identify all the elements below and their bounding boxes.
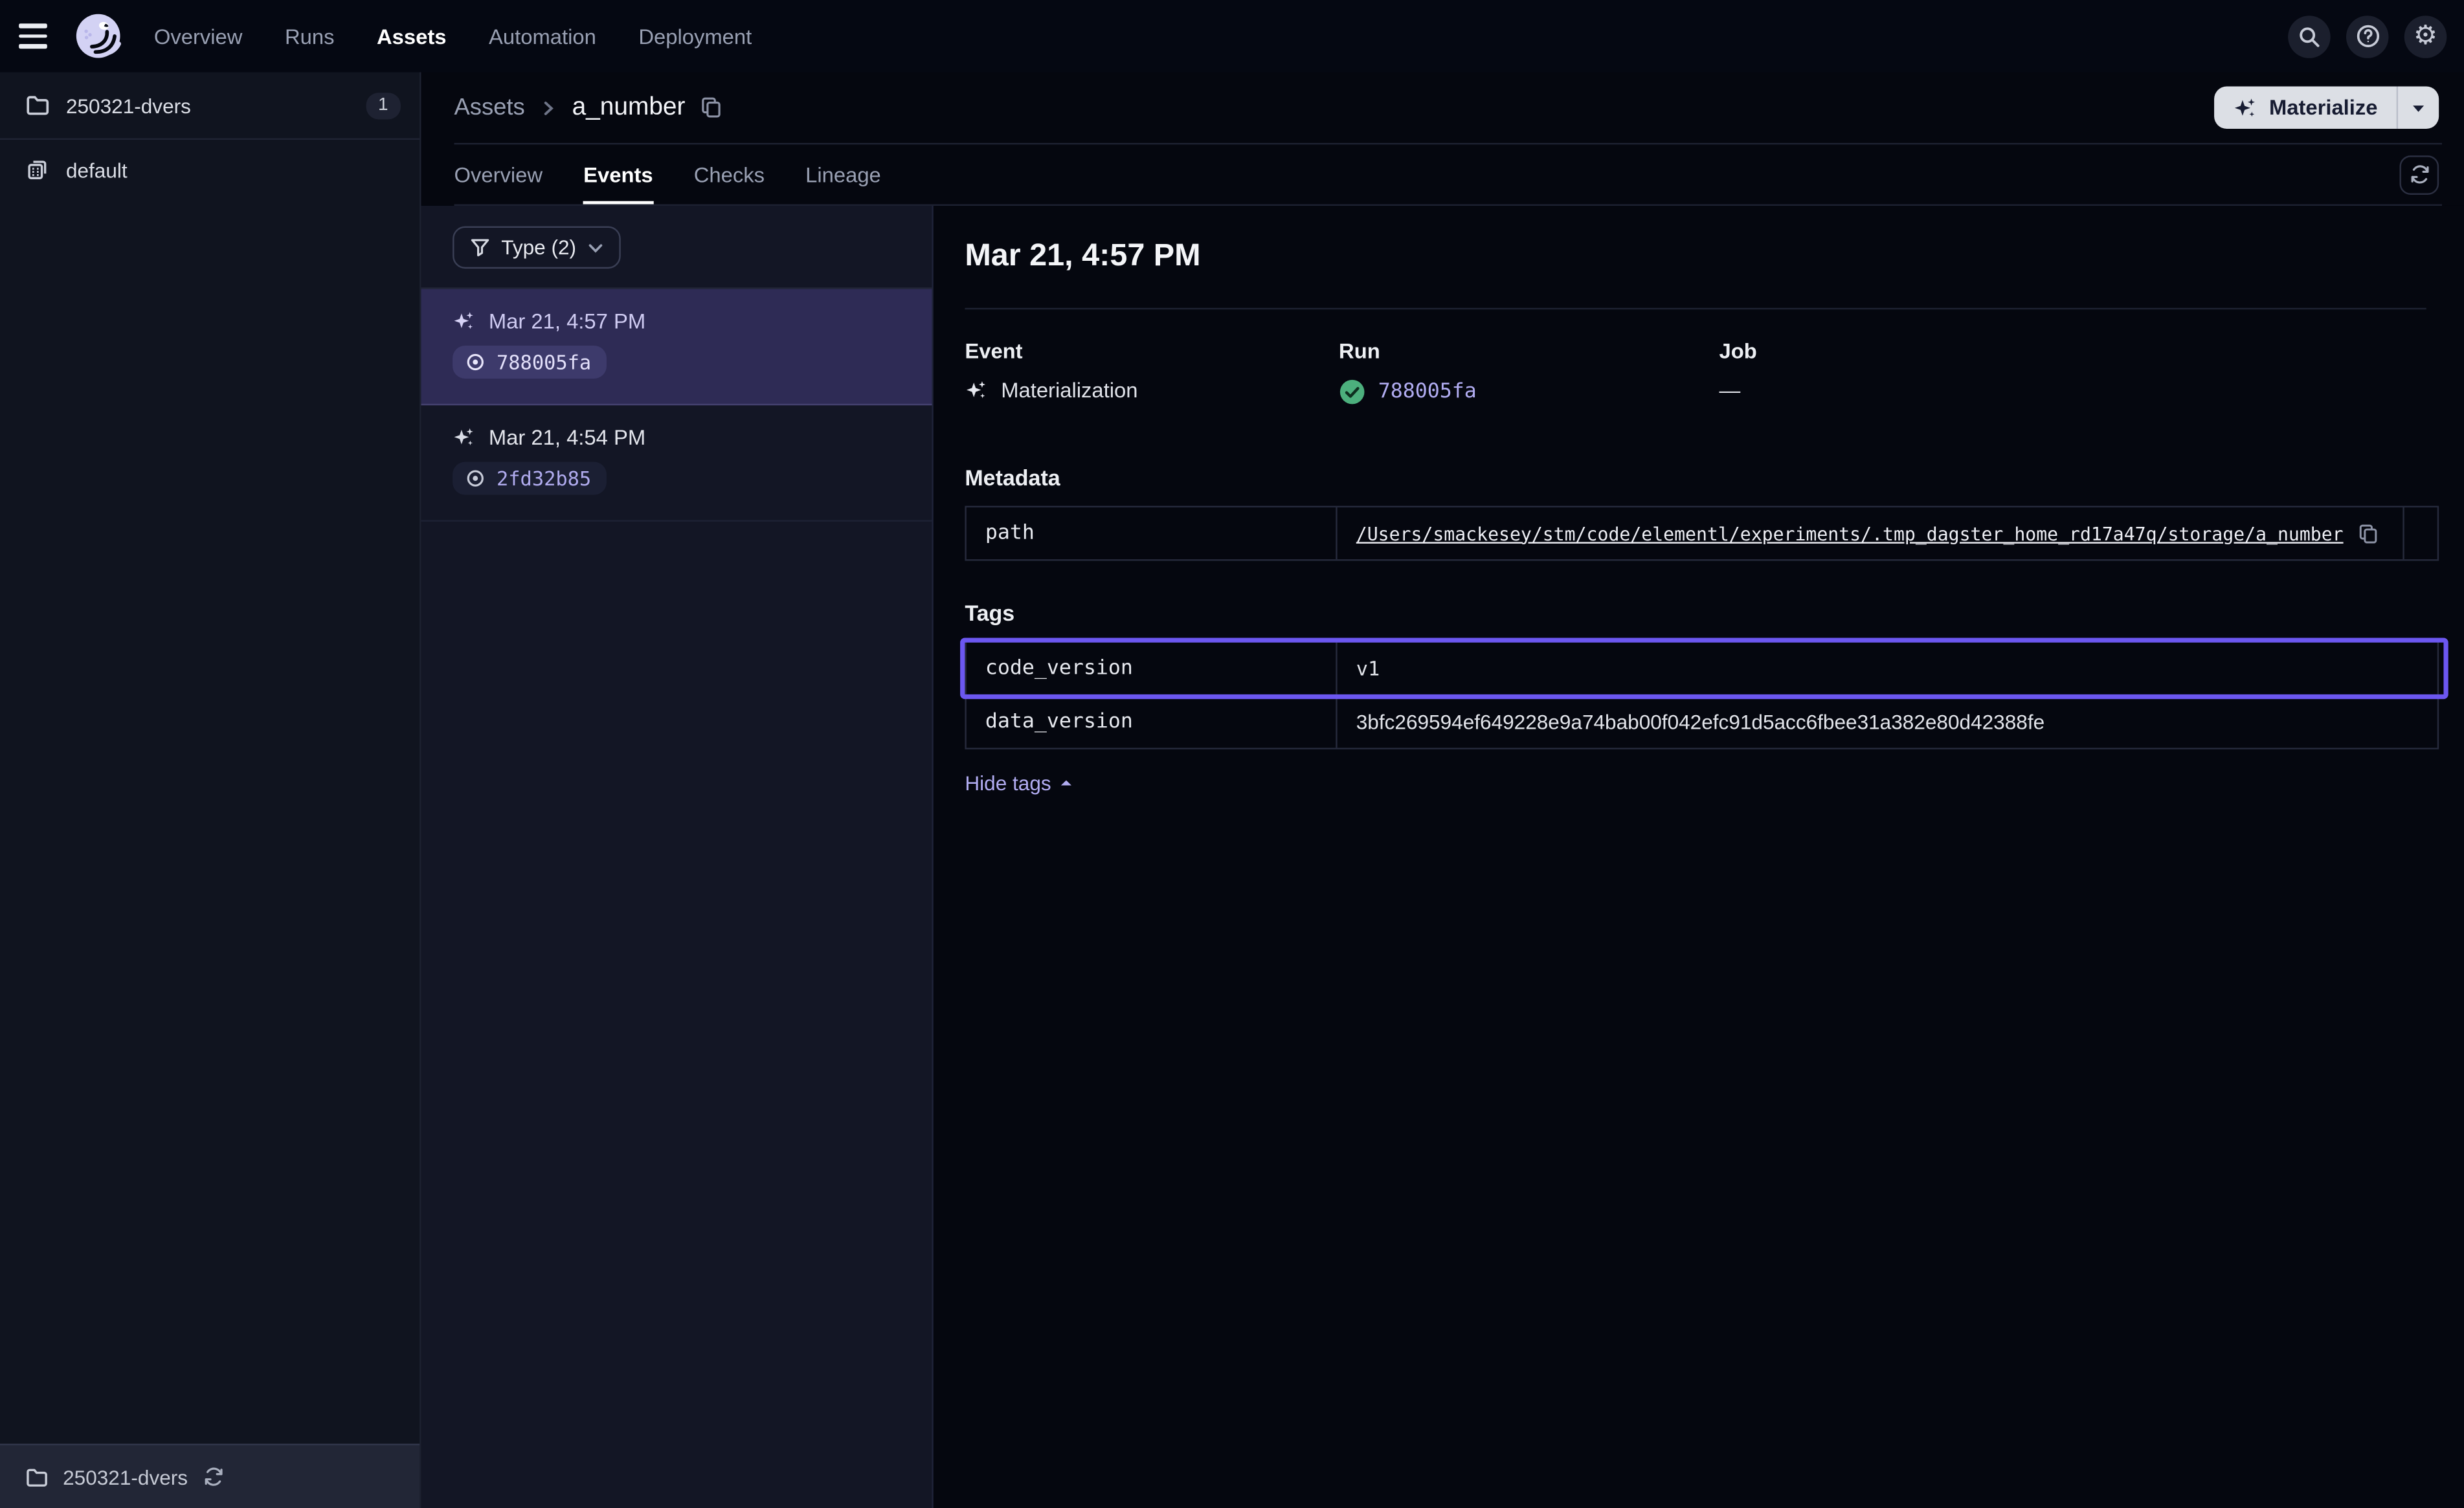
- refresh-button[interactable]: [2399, 155, 2439, 194]
- breadcrumb-assets-link[interactable]: Assets: [454, 94, 524, 121]
- folder-icon: [25, 93, 50, 118]
- type-filter-label: Type (2): [501, 236, 576, 259]
- asset-group-icon: [25, 157, 50, 183]
- filter-funnel-icon: [470, 238, 491, 258]
- run-id: 2fd32b85: [497, 467, 591, 490]
- event-list-item[interactable]: Mar 21, 4:57 PM 788005fa: [421, 289, 932, 406]
- divider: [965, 308, 2426, 309]
- materialization-sparkle-icon: [965, 379, 988, 402]
- top-nav: Overview Runs Assets Automation Deployme…: [0, 0, 2464, 72]
- event-detail-title: Mar 21, 4:57 PM: [965, 239, 2426, 275]
- breadcrumb: Assets a_number: [421, 72, 2464, 143]
- event-list-panel: Type (2): [421, 206, 934, 1508]
- type-filter-button[interactable]: Type (2): [453, 227, 620, 269]
- metadata-table: path /Users/smackesey/stm/code/elementl/…: [965, 506, 2439, 561]
- table-row-data-version: data_version 3bfc269594ef649228e9a74bab0…: [967, 694, 2437, 748]
- job-value: —: [1719, 379, 1740, 402]
- hamburger-menu-icon[interactable]: [19, 17, 56, 55]
- folder-icon: [25, 1465, 49, 1488]
- asset-tabs: Overview Events Checks Lineage: [421, 144, 2464, 204]
- run-id-pill[interactable]: 788005fa: [453, 346, 607, 379]
- sidebar-repo-label: 250321-dvers: [66, 93, 191, 116]
- reload-repo-icon[interactable]: [202, 1466, 224, 1488]
- run-column-label: Run: [1339, 339, 1719, 362]
- event-type-value: Materialization: [1001, 379, 1137, 402]
- nav-deployment[interactable]: Deployment: [638, 25, 752, 48]
- search-button[interactable]: [2288, 15, 2331, 58]
- chevron-up-icon: [1059, 776, 1073, 790]
- materialization-sparkle-icon: [453, 309, 476, 333]
- sidebar-group-label: default: [66, 158, 128, 181]
- sidebar-item-group-default[interactable]: default: [0, 140, 420, 199]
- nav-runs[interactable]: Runs: [285, 25, 334, 48]
- nav-assets[interactable]: Assets: [377, 25, 446, 48]
- run-id-pill[interactable]: 2fd32b85: [453, 462, 607, 495]
- materialize-button[interactable]: Materialize: [2214, 87, 2439, 129]
- run-id-link[interactable]: 788005fa: [1378, 380, 1477, 403]
- run-id: 788005fa: [497, 350, 591, 373]
- event-column-label: Event: [965, 339, 1339, 362]
- refresh-icon: [2408, 163, 2430, 185]
- tag-value: v1: [1356, 657, 1380, 680]
- top-nav-actions: ⚙: [2288, 15, 2447, 58]
- sidebar-footer: 250321-dvers: [0, 1444, 420, 1508]
- tab-lineage[interactable]: Lineage: [805, 144, 881, 204]
- app-window: Overview Runs Assets Automation Deployme…: [0, 0, 2464, 1508]
- copy-asset-name-icon[interactable]: [699, 96, 722, 119]
- metadata-path-link[interactable]: /Users/smackesey/stm/code/elementl/exper…: [1356, 522, 2344, 544]
- tab-events[interactable]: Events: [583, 144, 653, 204]
- tag-value: 3bfc269594ef649228e9a74bab00f042efc91d5a…: [1356, 710, 2044, 733]
- materialization-sparkle-icon: [453, 426, 476, 449]
- help-icon: [2355, 23, 2380, 49]
- page-title: a_number: [572, 93, 686, 122]
- chevron-down-icon: [587, 239, 603, 255]
- tab-checks[interactable]: Checks: [694, 144, 765, 204]
- run-status-icon: [465, 352, 486, 373]
- table-row-code-version: code_version v1: [967, 643, 2437, 694]
- settings-button[interactable]: ⚙: [2404, 15, 2447, 58]
- hide-tags-label: Hide tags: [965, 771, 1051, 795]
- metadata-heading: Metadata: [965, 465, 2426, 490]
- event-timestamp: Mar 21, 4:57 PM: [489, 309, 645, 333]
- tab-overview[interactable]: Overview: [454, 144, 543, 204]
- metadata-key: path: [967, 507, 1338, 559]
- event-detail-panel: Mar 21, 4:57 PM Event: [934, 206, 2464, 1508]
- run-status-icon: [465, 468, 486, 489]
- nav-automation[interactable]: Automation: [489, 25, 596, 48]
- tags-heading: Tags: [965, 600, 2426, 625]
- chevron-right-icon: [539, 98, 558, 117]
- sparkle-icon: [2233, 95, 2258, 120]
- help-button[interactable]: [2346, 15, 2389, 58]
- metadata-section: Metadata path /Users/smackesey/stm/code/…: [965, 465, 2426, 560]
- search-icon: [2298, 25, 2321, 48]
- asset-sidebar: 250321-dvers 1 default: [0, 72, 421, 1508]
- tag-key: code_version: [967, 643, 1338, 694]
- dagster-logo: [74, 12, 122, 60]
- sidebar-item-repo[interactable]: 250321-dvers 1: [0, 72, 420, 140]
- table-row: path /Users/smackesey/stm/code/elementl/…: [967, 507, 2437, 559]
- copy-path-icon[interactable]: [2357, 522, 2379, 544]
- tags-section: Tags code_version v1 data_version 3bfc26…: [965, 600, 2426, 798]
- event-list-item[interactable]: Mar 21, 4:54 PM 2fd32b85: [421, 405, 932, 522]
- run-success-icon: [1339, 379, 1365, 405]
- materialize-button-label: Materialize: [2269, 96, 2378, 119]
- primary-nav: Overview Runs Assets Automation Deployme…: [154, 25, 752, 48]
- table-end-cell: [2402, 507, 2437, 559]
- hide-tags-link[interactable]: Hide tags: [965, 771, 1073, 795]
- nav-overview[interactable]: Overview: [154, 25, 243, 48]
- footer-repo-label: 250321-dvers: [63, 1465, 188, 1488]
- asset-count-badge: 1: [366, 92, 401, 118]
- tags-table: code_version v1 data_version 3bfc269594e…: [965, 641, 2439, 749]
- tag-key: data_version: [967, 696, 1338, 748]
- materialize-dropdown-caret[interactable]: [2398, 87, 2439, 129]
- gear-icon: ⚙: [2414, 23, 2437, 49]
- event-timestamp: Mar 21, 4:54 PM: [489, 426, 645, 449]
- job-column-label: Job: [1719, 339, 2426, 362]
